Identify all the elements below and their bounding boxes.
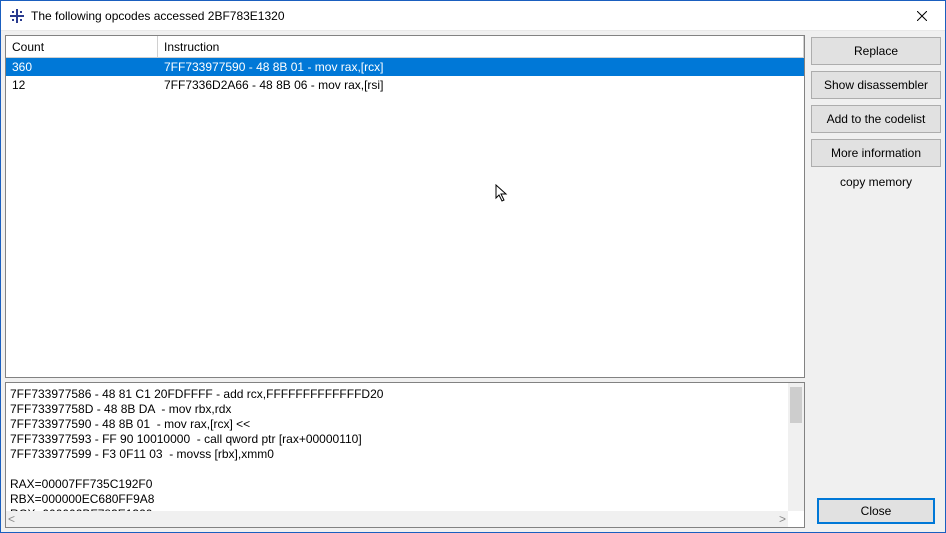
more-information-button[interactable]: More information <box>811 139 941 167</box>
cell-count: 12 <box>6 78 158 92</box>
client-area: Count Instruction 360 7FF733977590 - 48 … <box>1 31 945 532</box>
detail-horizontal-scrollbar[interactable]: < > <box>6 511 788 527</box>
header-count[interactable]: Count <box>6 36 158 57</box>
right-column: Replace Show disassembler Add to the cod… <box>811 35 941 528</box>
list-rows[interactable]: 360 7FF733977590 - 48 8B 01 - mov rax,[r… <box>6 58 804 377</box>
list-header: Count Instruction <box>6 36 804 58</box>
table-row[interactable]: 12 7FF7336D2A66 - 48 8B 06 - mov rax,[rs… <box>6 76 804 94</box>
cell-count: 360 <box>6 60 158 74</box>
app-icon <box>9 8 25 24</box>
header-instruction[interactable]: Instruction <box>158 36 804 57</box>
detail-text[interactable]: 7FF733977586 - 48 81 C1 20FDFFFF - add r… <box>10 387 788 511</box>
window-title: The following opcodes accessed 2BF783E13… <box>31 9 899 23</box>
scroll-right-icon[interactable]: > <box>779 512 786 526</box>
left-column: Count Instruction 360 7FF733977590 - 48 … <box>5 35 805 528</box>
window-close-button[interactable] <box>899 1 945 31</box>
show-disassembler-button[interactable]: Show disassembler <box>811 71 941 99</box>
scroll-left-icon[interactable]: < <box>8 512 15 526</box>
cell-instruction: 7FF733977590 - 48 8B 01 - mov rax,[rcx] <box>158 60 804 74</box>
cell-instruction: 7FF7336D2A66 - 48 8B 06 - mov rax,[rsi] <box>158 78 804 92</box>
window-root: The following opcodes accessed 2BF783E13… <box>0 0 946 533</box>
replace-button[interactable]: Replace <box>811 37 941 65</box>
table-row[interactable]: 360 7FF733977590 - 48 8B 01 - mov rax,[r… <box>6 58 804 76</box>
add-to-codelist-button[interactable]: Add to the codelist <box>811 105 941 133</box>
spacer <box>811 197 941 492</box>
opcode-list-panel: Count Instruction 360 7FF733977590 - 48 … <box>5 35 805 378</box>
detail-vertical-scrollbar[interactable] <box>788 383 804 511</box>
detail-panel: 7FF733977586 - 48 81 C1 20FDFFFF - add r… <box>5 382 805 528</box>
scrollbar-thumb[interactable] <box>790 387 802 423</box>
close-button[interactable]: Close <box>817 498 935 524</box>
titlebar: The following opcodes accessed 2BF783E13… <box>1 1 945 31</box>
copy-memory-label[interactable]: copy memory <box>811 173 941 191</box>
